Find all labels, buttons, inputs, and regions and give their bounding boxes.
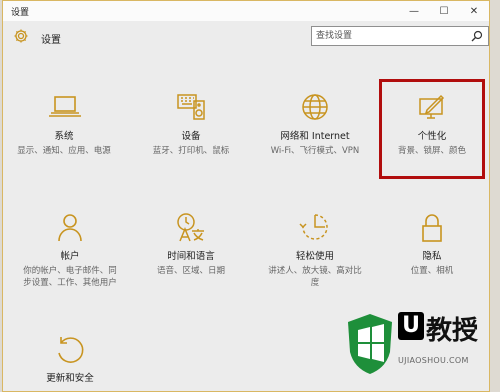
tile-privacy[interactable]: 隐私 位置、相机 — [377, 209, 487, 277]
shield-logo-icon — [348, 314, 392, 374]
close-button[interactable]: ✕ — [459, 1, 489, 21]
tile-time-language[interactable]: 时间和语言 语音、区域、日期 — [136, 209, 246, 277]
tile-system[interactable]: 系统 显示、通知、应用、电源 — [9, 89, 119, 157]
tile-label: 更新和安全 — [46, 373, 94, 384]
page-title: 设置 — [41, 35, 61, 46]
globe-icon — [302, 94, 328, 120]
watermark-letter: U — [398, 312, 424, 340]
language-icon — [177, 213, 204, 242]
maximize-button[interactable]: ☐ — [429, 1, 459, 21]
search-icon[interactable] — [471, 30, 483, 42]
tile-label: 帐户 — [60, 251, 80, 262]
tile-desc: 蓝牙、打印机、鼠标 — [152, 146, 230, 156]
gear-icon — [14, 29, 28, 43]
ease-of-access-icon — [299, 214, 328, 240]
tile-desc: Wi-Fi、飞行模式、VPN — [270, 146, 360, 156]
tile-label: 系统 — [54, 131, 74, 142]
search-box[interactable] — [311, 26, 489, 46]
laptop-icon — [49, 96, 81, 117]
tile-desc: 位置、相机 — [410, 266, 454, 276]
keyboard-speaker-icon — [177, 94, 205, 120]
tile-label: 隐私 — [422, 251, 442, 262]
tile-accounts[interactable]: 帐户 你的帐户、电子邮件、同步设置、工作、其他用户 — [15, 209, 125, 289]
tile-desc: 讲述人、放大镜、高对比度 — [268, 266, 362, 288]
search-input[interactable] — [316, 29, 461, 43]
lock-icon — [422, 214, 442, 242]
minimize-button[interactable]: — — [399, 1, 429, 21]
watermark: U 教授 UJIAOSHOU.COM — [344, 310, 496, 390]
tile-update-security[interactable]: 更新和安全 — [15, 331, 125, 387]
person-icon — [58, 214, 82, 242]
title-bar: 设置 — ☐ ✕ — [3, 1, 489, 21]
tile-desc: 你的帐户、电子邮件、同步设置、工作、其他用户 — [23, 266, 117, 288]
window-title: 设置 — [11, 8, 30, 18]
highlight-box — [379, 79, 485, 179]
tile-label: 轻松使用 — [295, 251, 334, 262]
tile-network[interactable]: 网络和 Internet Wi-Fi、飞行模式、VPN — [260, 89, 370, 157]
tile-ease-of-access[interactable]: 轻松使用 讲述人、放大镜、高对比度 — [260, 209, 370, 289]
settings-header: 设置 — [3, 21, 489, 61]
tile-label: 设备 — [181, 131, 201, 142]
tile-desc: 显示、通知、应用、电源 — [17, 146, 111, 156]
update-icon — [58, 337, 84, 363]
tile-label: 时间和语言 — [167, 251, 215, 262]
tile-desc: 语音、区域、日期 — [156, 266, 225, 276]
watermark-site: UJIAOSHOU.COM — [398, 356, 469, 365]
tile-devices[interactable]: 设备 蓝牙、打印机、鼠标 — [136, 89, 246, 157]
watermark-brand: 教授 — [426, 316, 479, 346]
tile-label: 网络和 Internet — [280, 131, 350, 142]
